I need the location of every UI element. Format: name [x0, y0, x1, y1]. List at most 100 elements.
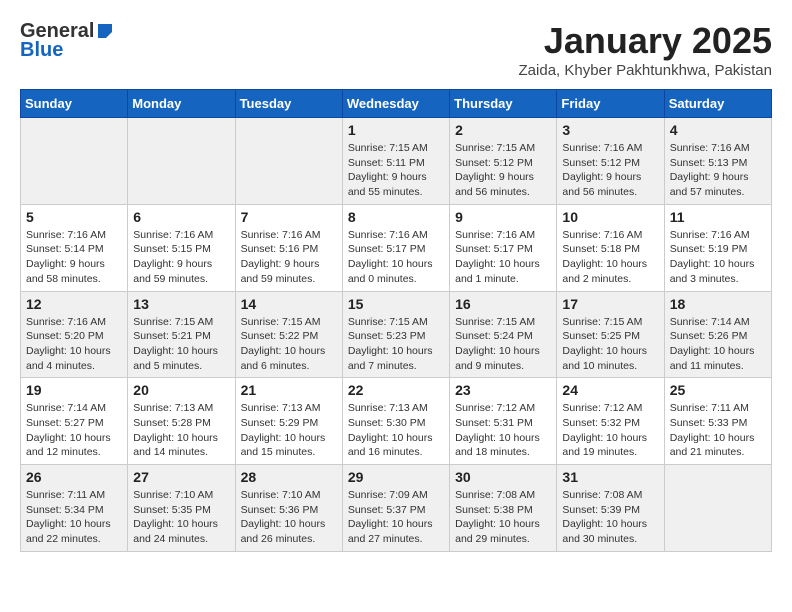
cell-day-number: 1 [348, 122, 444, 138]
calendar-cell: 2Sunrise: 7:15 AM Sunset: 5:12 PM Daylig… [450, 118, 557, 205]
calendar-cell: 29 Sunrise: 7:09 AM Sunset: 5:37 PM Dayli… [342, 465, 449, 552]
cell-info-text: Sunrise: 7:10 AM Sunset: 5:36 PM Dayligh… [241, 488, 337, 547]
calendar-cell: 26Sunrise: 7:11 AM Sunset: 5:34 PM Dayli… [21, 465, 128, 552]
logo: General Blue [20, 20, 114, 62]
calendar-cell: 28 Sunrise: 7:10 AM Sunset: 5:36 PM Dayli… [235, 465, 342, 552]
cell-info-text: Sunrise: 7:16 AM Sunset: 5:20 PM Dayligh… [26, 315, 122, 374]
cell-info-text: Sunrise: 7:14 AM Sunset: 5:26 PM Dayligh… [670, 315, 766, 374]
cell-day-number: 11 [670, 209, 766, 225]
cell-day-number: 6 [133, 209, 229, 225]
weekday-header: Wednesday [342, 90, 449, 118]
cell-info-text: Sunrise: 7:16 AM Sunset: 5:17 PM Dayligh… [348, 228, 444, 287]
calendar-cell: 3Sunrise: 7:16 AM Sunset: 5:12 PM Daylig… [557, 118, 664, 205]
calendar-cell [235, 118, 342, 205]
cell-info-text: Sunrise: 7:16 AM Sunset: 5:15 PM Dayligh… [133, 228, 229, 287]
calendar-cell: 10Sunrise: 7:16 AM Sunset: 5:18 PM Dayli… [557, 204, 664, 291]
cell-day-number: 12 [26, 296, 122, 312]
cell-day-number: 31 [562, 469, 658, 485]
calendar-cell: 4Sunrise: 7:16 AM Sunset: 5:13 PM Daylig… [664, 118, 771, 205]
weekday-header: Tuesday [235, 90, 342, 118]
calendar-cell: 17 Sunrise: 7:15 AM Sunset: 5:25 PM Dayli… [557, 291, 664, 378]
cell-day-number: 30 [455, 469, 551, 485]
cell-info-text: Sunrise: 7:16 AM Sunset: 5:19 PM Dayligh… [670, 228, 766, 287]
calendar-cell: 1 Sunrise: 7:15 AM Sunset: 5:11 PM Daylig… [342, 118, 449, 205]
calendar-cell: 19Sunrise: 7:14 AM Sunset: 5:27 PM Dayli… [21, 378, 128, 465]
calendar-cell: 16 Sunrise: 7:15 AM Sunset: 5:24 PM Dayli… [450, 291, 557, 378]
logo-blue: Blue [20, 39, 63, 62]
page-header: General Blue January 2025 Zaida, Khyber … [20, 20, 772, 79]
calendar-week-row: 19Sunrise: 7:14 AM Sunset: 5:27 PM Dayli… [21, 378, 772, 465]
cell-day-number: 8 [348, 209, 444, 225]
calendar-week-row: 1 Sunrise: 7:15 AM Sunset: 5:11 PM Daylig… [21, 118, 772, 205]
cell-day-number: 21 [241, 382, 337, 398]
weekday-header: Friday [557, 90, 664, 118]
calendar-cell: 27 Sunrise: 7:10 AM Sunset: 5:35 PM Dayli… [128, 465, 235, 552]
calendar-week-row: 5Sunrise: 7:16 AM Sunset: 5:14 PM Daylig… [21, 204, 772, 291]
cell-info-text: Sunrise: 7:09 AM Sunset: 5:37 PM Dayligh… [348, 488, 444, 547]
calendar-cell: 12 Sunrise: 7:16 AM Sunset: 5:20 PM Dayli… [21, 291, 128, 378]
cell-info-text: Sunrise: 7:13 AM Sunset: 5:30 PM Dayligh… [348, 401, 444, 460]
weekday-header-row: SundayMondayTuesdayWednesdayThursdayFrid… [21, 90, 772, 118]
cell-day-number: 20 [133, 382, 229, 398]
calendar-cell: 6 Sunrise: 7:16 AM Sunset: 5:15 PM Daylig… [128, 204, 235, 291]
cell-info-text: Sunrise: 7:15 AM Sunset: 5:12 PM Dayligh… [455, 141, 551, 200]
cell-day-number: 23 [455, 382, 551, 398]
calendar-cell [664, 465, 771, 552]
title-section: January 2025 Zaida, Khyber Pakhtunkhwa, … [519, 20, 772, 79]
cell-info-text: Sunrise: 7:16 AM Sunset: 5:16 PM Dayligh… [241, 228, 337, 287]
cell-day-number: 7 [241, 209, 337, 225]
cell-day-number: 5 [26, 209, 122, 225]
calendar-cell: 31 Sunrise: 7:08 AM Sunset: 5:39 PM Dayli… [557, 465, 664, 552]
cell-day-number: 22 [348, 382, 444, 398]
calendar-cell: 8 Sunrise: 7:16 AM Sunset: 5:17 PM Daylig… [342, 204, 449, 291]
calendar-cell [128, 118, 235, 205]
cell-day-number: 27 [133, 469, 229, 485]
calendar-cell: 9 Sunrise: 7:16 AM Sunset: 5:17 PM Daylig… [450, 204, 557, 291]
calendar-cell: 5Sunrise: 7:16 AM Sunset: 5:14 PM Daylig… [21, 204, 128, 291]
cell-day-number: 25 [670, 382, 766, 398]
cell-day-number: 17 [562, 296, 658, 312]
weekday-header: Thursday [450, 90, 557, 118]
cell-day-number: 14 [241, 296, 337, 312]
calendar-week-row: 12 Sunrise: 7:16 AM Sunset: 5:20 PM Dayli… [21, 291, 772, 378]
cell-info-text: Sunrise: 7:15 AM Sunset: 5:24 PM Dayligh… [455, 315, 551, 374]
cell-day-number: 19 [26, 382, 122, 398]
calendar-cell: 15 Sunrise: 7:15 AM Sunset: 5:23 PM Dayli… [342, 291, 449, 378]
calendar-cell: 14 Sunrise: 7:15 AM Sunset: 5:22 PM Dayli… [235, 291, 342, 378]
cell-day-number: 26 [26, 469, 122, 485]
logo-icon [96, 22, 114, 40]
cell-day-number: 15 [348, 296, 444, 312]
cell-day-number: 29 [348, 469, 444, 485]
calendar-title: January 2025 [519, 20, 772, 62]
cell-info-text: Sunrise: 7:16 AM Sunset: 5:12 PM Dayligh… [562, 141, 658, 200]
calendar-cell: 21 Sunrise: 7:13 AM Sunset: 5:29 PM Dayli… [235, 378, 342, 465]
weekday-header: Saturday [664, 90, 771, 118]
cell-day-number: 4 [670, 122, 766, 138]
cell-day-number: 9 [455, 209, 551, 225]
cell-info-text: Sunrise: 7:13 AM Sunset: 5:29 PM Dayligh… [241, 401, 337, 460]
cell-info-text: Sunrise: 7:15 AM Sunset: 5:25 PM Dayligh… [562, 315, 658, 374]
calendar-cell: 25 Sunrise: 7:11 AM Sunset: 5:33 PM Dayli… [664, 378, 771, 465]
cell-info-text: Sunrise: 7:15 AM Sunset: 5:11 PM Dayligh… [348, 141, 444, 200]
cell-day-number: 28 [241, 469, 337, 485]
cell-info-text: Sunrise: 7:10 AM Sunset: 5:35 PM Dayligh… [133, 488, 229, 547]
cell-info-text: Sunrise: 7:15 AM Sunset: 5:22 PM Dayligh… [241, 315, 337, 374]
calendar-cell: 23Sunrise: 7:12 AM Sunset: 5:31 PM Dayli… [450, 378, 557, 465]
cell-day-number: 18 [670, 296, 766, 312]
weekday-header: Monday [128, 90, 235, 118]
calendar-week-row: 26Sunrise: 7:11 AM Sunset: 5:34 PM Dayli… [21, 465, 772, 552]
calendar-cell: 11 Sunrise: 7:16 AM Sunset: 5:19 PM Dayli… [664, 204, 771, 291]
cell-day-number: 13 [133, 296, 229, 312]
cell-info-text: Sunrise: 7:08 AM Sunset: 5:38 PM Dayligh… [455, 488, 551, 547]
cell-info-text: Sunrise: 7:11 AM Sunset: 5:33 PM Dayligh… [670, 401, 766, 460]
calendar-cell: 30 Sunrise: 7:08 AM Sunset: 5:38 PM Dayli… [450, 465, 557, 552]
calendar-cell: 24Sunrise: 7:12 AM Sunset: 5:32 PM Dayli… [557, 378, 664, 465]
cell-day-number: 24 [562, 382, 658, 398]
cell-day-number: 16 [455, 296, 551, 312]
cell-info-text: Sunrise: 7:08 AM Sunset: 5:39 PM Dayligh… [562, 488, 658, 547]
cell-info-text: Sunrise: 7:16 AM Sunset: 5:18 PM Dayligh… [562, 228, 658, 287]
calendar-cell: 7 Sunrise: 7:16 AM Sunset: 5:16 PM Daylig… [235, 204, 342, 291]
cell-info-text: Sunrise: 7:16 AM Sunset: 5:17 PM Dayligh… [455, 228, 551, 287]
cell-info-text: Sunrise: 7:15 AM Sunset: 5:23 PM Dayligh… [348, 315, 444, 374]
calendar-cell: 22 Sunrise: 7:13 AM Sunset: 5:30 PM Dayli… [342, 378, 449, 465]
